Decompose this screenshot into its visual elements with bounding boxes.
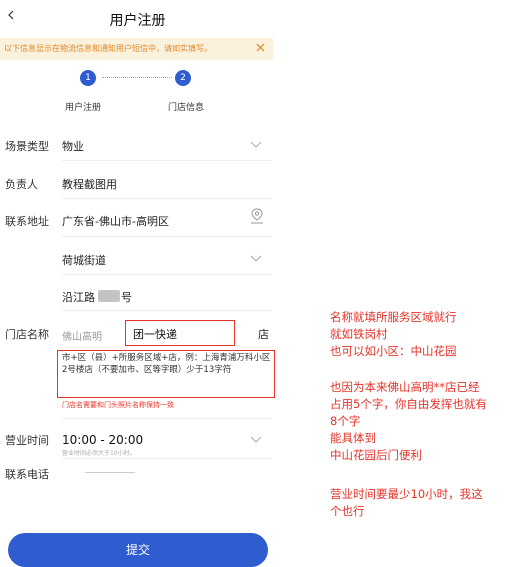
chevron-down-icon[interactable] xyxy=(250,255,262,263)
owner-input[interactable]: 教程截图用 xyxy=(62,176,117,192)
annotation-line: 就如铁岗村 xyxy=(330,327,388,341)
step-1-label: 用户注册 xyxy=(65,103,102,113)
address-road-input[interactable]: 沿江路 xyxy=(62,289,95,305)
hours-label: 营业时间 xyxy=(5,434,49,447)
annotation-line: 个也行 xyxy=(330,504,365,518)
address-region-select[interactable]: 广东省-佛山市-高明区 xyxy=(62,213,169,229)
annotation-line: 名称就填所服务区域就行 xyxy=(330,310,457,324)
divider xyxy=(62,310,272,311)
divider xyxy=(62,458,272,459)
address-street-select[interactable]: 荷城街道 xyxy=(62,252,106,268)
annotation-line: 8个字 xyxy=(330,414,361,428)
divider xyxy=(62,198,272,199)
notice-text: 以下信息显示在物流信息和通知用户短信中，请如实填写。 xyxy=(4,44,212,53)
store-name-label: 门店名称 xyxy=(5,328,49,341)
annotation-line: 也因为本来佛山高明**店已经 xyxy=(330,380,480,394)
page-title: 用户注册 xyxy=(109,13,166,29)
scene-type-label: 场景类型 xyxy=(5,140,49,153)
close-icon[interactable] xyxy=(256,43,265,52)
annotation-line: 中山花园后门便利 xyxy=(330,448,422,462)
chevron-down-icon[interactable] xyxy=(250,436,262,444)
store-name-input[interactable]: 团一快递 xyxy=(133,326,177,342)
store-name-warning: 门店名需要和门头照片名称保持一致 xyxy=(62,401,174,409)
redacted-number xyxy=(98,290,120,302)
divider xyxy=(62,236,272,237)
step-2-label: 门店信息 xyxy=(168,103,205,113)
address-road-suffix: 号 xyxy=(121,291,132,304)
annotation-line: 营业时间要最少10小时，我这 xyxy=(330,487,483,501)
annotation-line: 也可以如小区：中山花园 xyxy=(330,344,457,358)
phone-label: 联系电话 xyxy=(5,468,49,481)
address-label: 联系地址 xyxy=(5,215,49,228)
annotation-line: 占用5个字，你自由发挥也就有 xyxy=(330,397,487,411)
location-pin-icon[interactable] xyxy=(249,207,265,225)
submit-button[interactable]: 提交 xyxy=(8,533,268,567)
annotation-line: 能具体到 xyxy=(330,431,376,445)
store-name-prefix: 佛山高明 xyxy=(62,332,102,343)
step-2-indicator: 2 xyxy=(175,70,191,86)
store-name-hint: 市+区（县）+所服务区域+店，例：上海青浦万科小区2号楼店（不要加市、区等字眼）… xyxy=(62,353,271,375)
hours-select[interactable]: 10:00 - 20:00 xyxy=(62,433,143,447)
step-1-indicator: 1 xyxy=(80,70,96,86)
divider xyxy=(62,274,272,275)
store-name-suffix: 店 xyxy=(258,328,269,341)
phone-input[interactable] xyxy=(85,472,135,473)
owner-label: 负责人 xyxy=(5,178,38,191)
chevron-down-icon[interactable] xyxy=(250,141,262,149)
divider xyxy=(62,160,272,161)
hours-hint: 营业时间必须大于10小时。 xyxy=(62,450,136,457)
scene-type-select[interactable]: 物业 xyxy=(62,138,84,154)
divider xyxy=(62,418,272,419)
step-connector xyxy=(102,77,172,78)
